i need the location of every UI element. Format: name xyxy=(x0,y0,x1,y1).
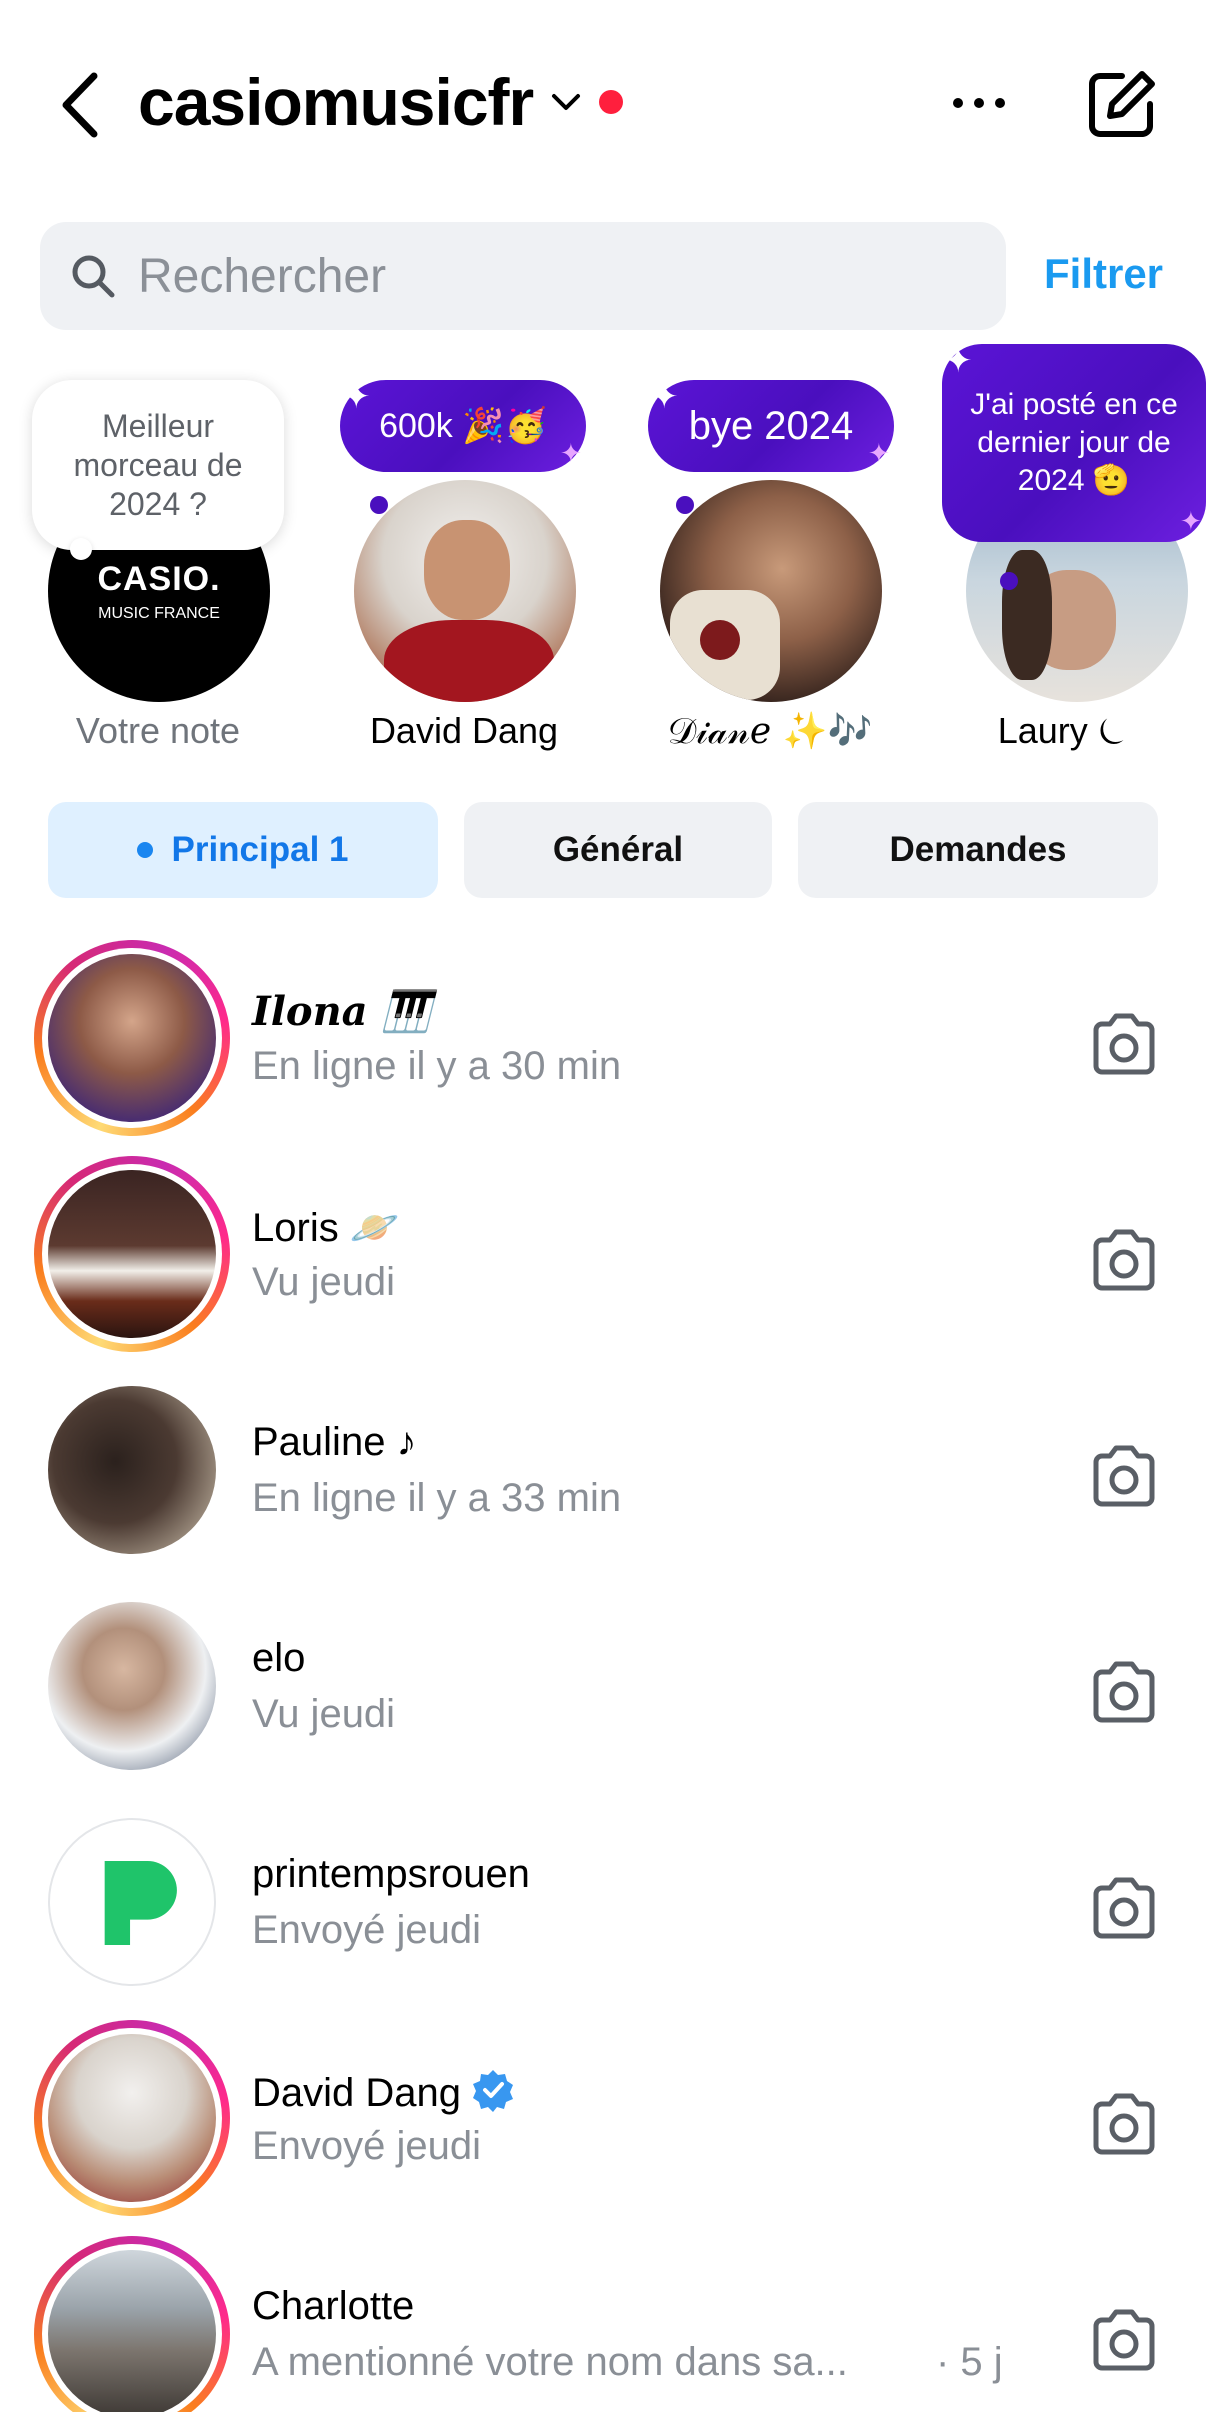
bubble-tail xyxy=(676,496,694,514)
note-label: 𝒟𝒾𝒶𝓃𝑒 ✨🎶 xyxy=(667,711,873,752)
note-bubble[interactable]: bye 2024 ✦ ✦ xyxy=(648,380,894,472)
chat-row-charlotte[interactable]: Charlotte A mentionné votre nom dans sa.… xyxy=(0,2236,1206,2412)
camera-icon[interactable] xyxy=(1088,1660,1160,1726)
camera-icon[interactable] xyxy=(1088,1012,1160,1078)
camera-icon[interactable] xyxy=(1088,2092,1160,2158)
chat-row-david-dang[interactable]: David Dang Envoyé jeudi xyxy=(0,2020,1206,2236)
bubble-tail xyxy=(370,496,388,514)
avatar xyxy=(48,1386,216,1554)
chat-row-ilona[interactable]: Ilona 🎹 En ligne il y a 30 min xyxy=(0,940,1206,1156)
camera-icon[interactable] xyxy=(1088,1444,1160,1510)
search-input[interactable] xyxy=(138,248,958,304)
verified-badge-icon xyxy=(473,2070,514,2112)
note-label: Votre note xyxy=(75,710,241,751)
note-bubble[interactable]: J'ai posté en ce dernier jour de 2024 🫡 … xyxy=(942,344,1206,542)
note-label: David Dang xyxy=(369,710,559,751)
sparkle-icon: ✦ xyxy=(868,438,890,468)
chat-status: Envoyé jeudi xyxy=(252,2124,482,2168)
chat-status: Vu jeudi xyxy=(252,1692,396,1736)
chat-name: Pauline ♪ xyxy=(252,1420,417,1464)
chat-status: Vu jeudi xyxy=(252,1260,396,1304)
note-item-own[interactable]: CASIO. MUSIC FRANCE Meilleur morceau de … xyxy=(0,340,290,760)
note-item-david-dang[interactable]: 600k 🎉🥳 ✦ ✦ David Dang xyxy=(306,340,596,760)
note-item-laury[interactable]: J'ai posté en ce dernier jour de 2024 🫡 … xyxy=(918,340,1206,760)
chat-name: Charlotte xyxy=(252,2284,415,2328)
unread-dot xyxy=(599,90,624,114)
chat-status: A mentionné votre nom dans sa... xyxy=(252,2340,848,2384)
avatar xyxy=(48,2034,216,2202)
chat-name-text: David Dang xyxy=(252,2071,462,2115)
tab-label: Principal 1 xyxy=(171,830,349,869)
tab-general[interactable]: Général xyxy=(464,802,772,898)
sparkle-icon: ✦ xyxy=(342,378,371,416)
avatar-container[interactable] xyxy=(34,1588,230,1784)
search-bar[interactable] xyxy=(40,222,1006,330)
avatar xyxy=(48,1170,216,1338)
chevron-down-icon xyxy=(552,94,581,110)
back-arrow-icon[interactable] xyxy=(56,70,106,140)
note-item-diane[interactable]: bye 2024 ✦ ✦ 𝒟𝒾𝒶𝓃𝑒 ✨🎶 xyxy=(612,340,902,760)
account-name: casiomusicfr xyxy=(138,65,534,139)
more-options-icon[interactable] xyxy=(948,78,1010,128)
sparkle-icon: ✦ xyxy=(1180,506,1202,536)
note-label: Laury ⏾ xyxy=(997,710,1127,751)
chat-name: elo xyxy=(252,1636,306,1680)
tab-demandes[interactable]: Demandes xyxy=(798,802,1158,898)
unread-dot xyxy=(137,842,154,858)
note-bubble[interactable]: 600k 🎉🥳 ✦ ✦ xyxy=(340,380,586,472)
chat-time: · 5 j xyxy=(936,2340,1003,2384)
sparkle-icon: ✦ xyxy=(650,378,679,416)
chat-row-elo[interactable]: elo Vu jeudi xyxy=(0,1588,1206,1804)
account-switcher[interactable]: casiomusicfr xyxy=(138,62,624,142)
filter-button[interactable]: Filtrer xyxy=(1044,250,1163,298)
tab-label: Général xyxy=(552,830,684,869)
camera-icon[interactable] xyxy=(1088,1228,1160,1294)
header: casiomusicfr xyxy=(0,0,1206,200)
avatar xyxy=(354,480,576,702)
note-bubble[interactable]: Meilleur morceau de 2024 ? xyxy=(32,380,284,550)
story-ring[interactable] xyxy=(34,1156,230,1352)
compose-icon[interactable] xyxy=(1086,68,1158,140)
note-text: 600k 🎉🥳 xyxy=(379,407,547,445)
story-ring[interactable] xyxy=(34,2236,230,2412)
tab-principal[interactable]: Principal 1 xyxy=(48,802,438,898)
note-text: bye 2024 xyxy=(688,403,854,448)
avatar xyxy=(660,480,882,702)
story-ring[interactable] xyxy=(34,940,230,1136)
casio-logo: CASIO. xyxy=(97,559,221,598)
chat-name: Loris 🪐 xyxy=(252,1206,400,1250)
chat-name: Ilona 🎹 xyxy=(252,988,432,1035)
search-icon xyxy=(72,255,115,298)
sparkle-icon: ✦ xyxy=(944,342,973,380)
note-text: Meilleur morceau de 2024 ? xyxy=(73,407,243,522)
avatar xyxy=(48,1602,216,1770)
avatar xyxy=(48,954,216,1122)
avatar xyxy=(48,2250,216,2412)
story-ring[interactable] xyxy=(34,2020,230,2216)
avatar-container[interactable] xyxy=(34,1372,230,1568)
note-text: J'ai posté en ce dernier jour de 2024 🫡 xyxy=(970,388,1178,497)
chat-name: printempsrouen xyxy=(252,1852,530,1896)
chat-status: En ligne il y a 33 min xyxy=(252,1476,622,1520)
chat-status: Envoyé jeudi xyxy=(252,1908,482,1952)
notes-row: CASIO. MUSIC FRANCE Meilleur morceau de … xyxy=(0,340,1206,760)
chat-row-loris[interactable]: Loris 🪐 Vu jeudi xyxy=(0,1156,1206,1372)
printemps-logo-icon xyxy=(104,1861,177,1945)
sparkle-icon: ✦ xyxy=(560,438,582,468)
bubble-tail xyxy=(70,538,92,560)
tab-label: Demandes xyxy=(889,830,1067,869)
avatar xyxy=(48,1818,216,1986)
music-france-label: MUSIC FRANCE xyxy=(98,604,220,622)
bubble-tail xyxy=(1000,572,1018,590)
chat-row-pauline[interactable]: Pauline ♪ En ligne il y a 33 min xyxy=(0,1372,1206,1588)
camera-icon[interactable] xyxy=(1088,2308,1160,2374)
chat-name: David Dang xyxy=(252,2068,515,2116)
chat-status: En ligne il y a 30 min xyxy=(252,1044,622,1088)
camera-icon[interactable] xyxy=(1088,1876,1160,1942)
chat-row-printempsrouen[interactable]: printempsrouen Envoyé jeudi xyxy=(0,1804,1206,2020)
avatar-container[interactable] xyxy=(34,1804,230,2000)
